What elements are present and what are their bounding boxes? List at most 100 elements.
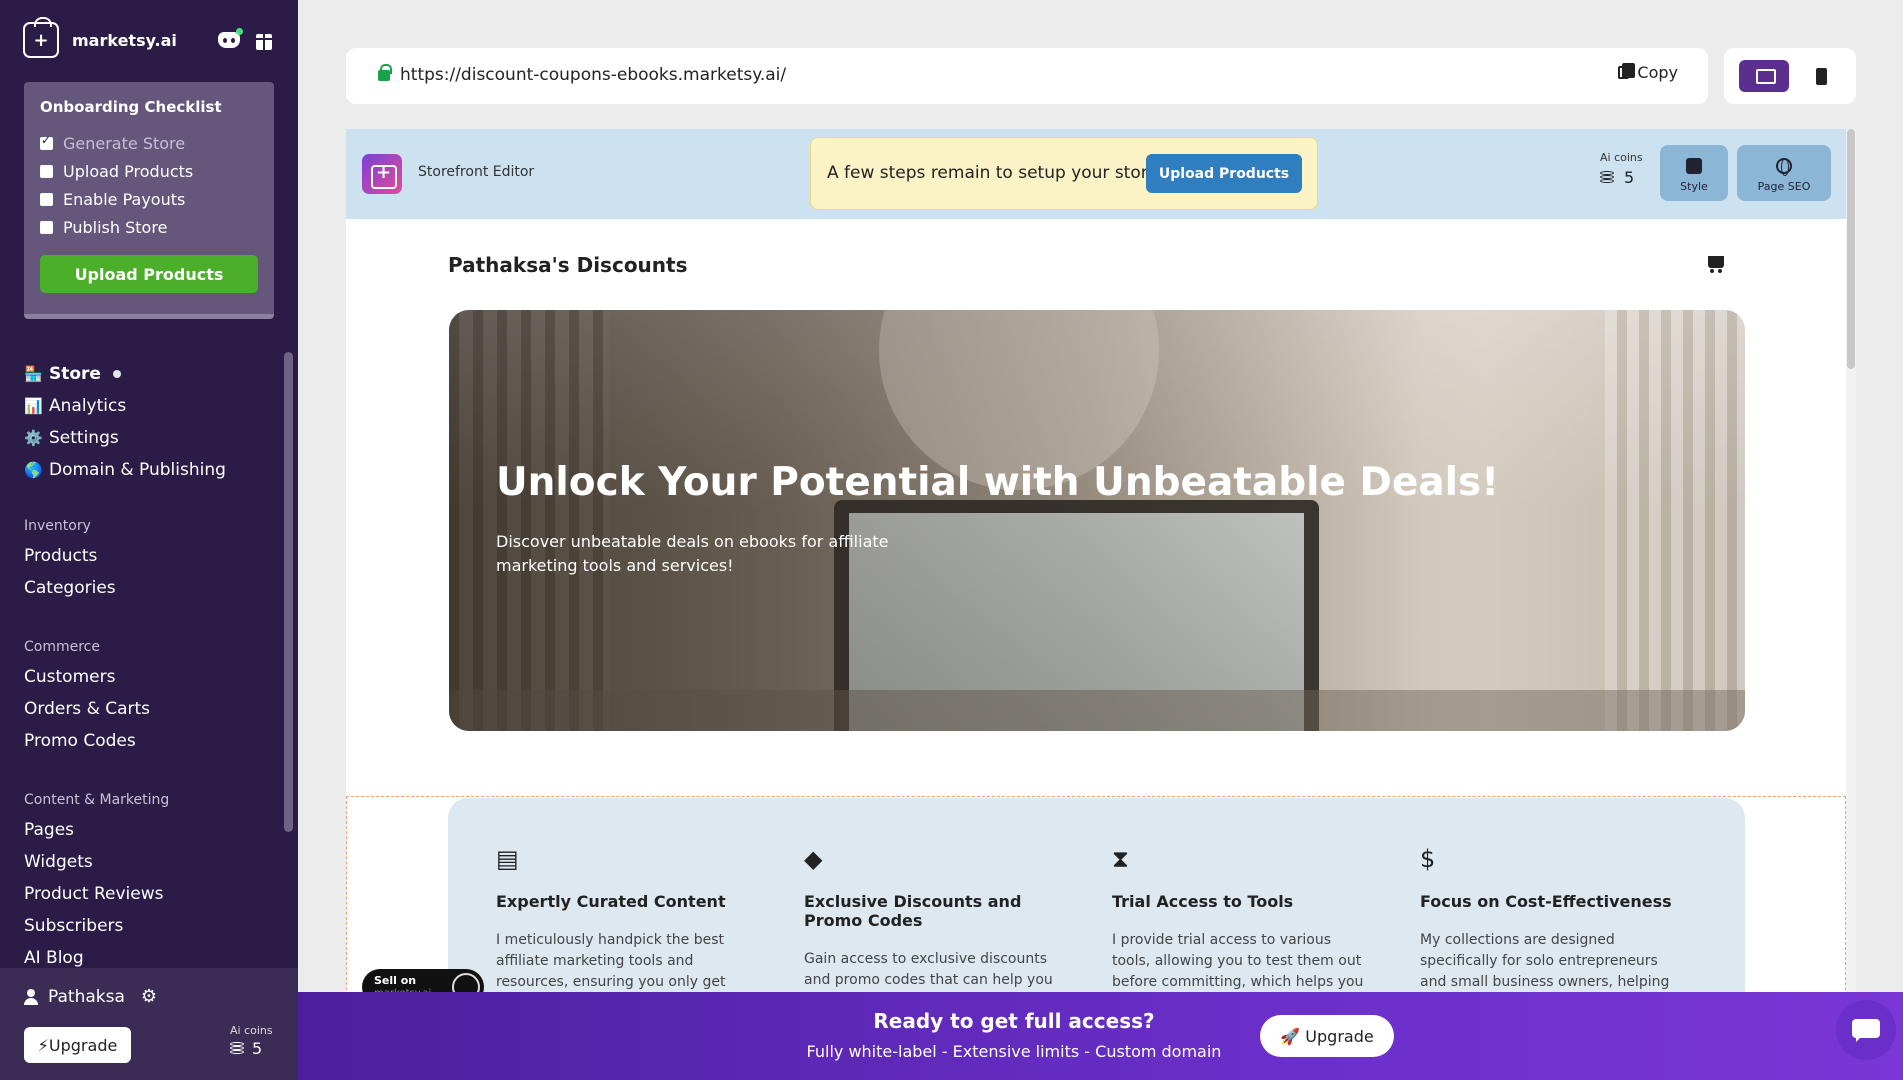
feature-card: ⧗ Trial Access to Tools I provide trial … <box>1112 846 1372 1014</box>
style-button[interactable]: Style <box>1660 145 1728 201</box>
setup-notice-text: A few steps remain to setup your store <box>827 163 1158 183</box>
user-profile[interactable]: Pathaksa ⚙ <box>24 986 157 1007</box>
nav-item-analytics[interactable]: 📊 Analytics <box>24 390 226 422</box>
nav-item-label: Settings <box>49 428 119 448</box>
app-root: + marketsy.ai Onboarding Checklist Gener… <box>0 0 1903 1080</box>
preview-scrollbar[interactable] <box>1846 129 1856 1080</box>
page-seo-label: Page SEO <box>1757 180 1811 193</box>
feature-title: Exclusive Discounts and Promo Codes <box>804 892 1022 930</box>
copy-url-button[interactable]: Copy <box>1618 63 1678 82</box>
nav-item-customers[interactable]: Customers <box>24 661 150 693</box>
brand-logo-icon: + <box>23 17 59 58</box>
checklist-item-label: Enable Payouts <box>63 189 186 209</box>
nav-section-commerce: Commerce Customers Orders & Carts Promo … <box>24 639 150 757</box>
checklist-upload-products-button[interactable]: Upload Products <box>40 255 258 293</box>
nav-item-orders-carts[interactable]: Orders & Carts <box>24 693 150 725</box>
nav-item-domain-publishing[interactable]: 🌎 Domain & Publishing <box>24 454 226 486</box>
checklist-title: Onboarding Checklist <box>40 98 222 116</box>
hero-banner[interactable]: Unlock Your Potential with Unbeatable De… <box>449 310 1745 731</box>
nav-item-settings[interactable]: ⚙️ Settings <box>24 422 226 454</box>
checkbox[interactable] <box>40 220 53 234</box>
hero-title: Unlock Your Potential with Unbeatable De… <box>496 460 1500 505</box>
nav-section-content-marketing: Content & Marketing Pages Widgets Produc… <box>24 792 169 974</box>
checkbox[interactable] <box>40 164 53 178</box>
mobile-view-icon[interactable] <box>1816 68 1827 85</box>
checklist-item-generate-store[interactable]: Generate Store <box>40 129 258 157</box>
checklist-item-upload-products[interactable]: Upload Products <box>40 157 258 185</box>
user-bar: Pathaksa ⚙ ⚡Upgrade Ai coins 5 <box>0 968 298 1080</box>
editor-ai-coins: Ai coins 5 <box>1600 151 1643 187</box>
ai-coins-label: Ai coins <box>1600 151 1643 164</box>
setup-notice: A few steps remain to setup your store U… <box>810 137 1318 210</box>
editor-logo-icon <box>362 154 402 194</box>
globe-icon: 🌎 <box>24 461 43 479</box>
section-title: Content & Marketing <box>24 792 170 808</box>
store-title[interactable]: Pathaksa's Discounts <box>448 253 688 277</box>
nav-item-promo-codes[interactable]: Promo Codes <box>24 725 150 757</box>
ai-coins-value: 5 <box>252 1039 263 1058</box>
main-nav: 🏪 Store 📊 Analytics ⚙️ Settings 🌎 Domain… <box>24 358 226 486</box>
user-settings-gear-icon[interactable]: ⚙ <box>141 986 157 1007</box>
globe-icon <box>1776 158 1792 176</box>
cart-icon[interactable] <box>1708 256 1724 273</box>
feature-title: Focus on Cost-Effectiveness <box>1420 892 1672 911</box>
page-seo-button[interactable]: Page SEO <box>1737 145 1831 201</box>
dollar-icon: $ <box>1420 845 1436 873</box>
nav-item-label: Domain & Publishing <box>49 460 226 480</box>
nav-item-product-reviews[interactable]: Product Reviews <box>24 878 169 910</box>
desktop-view-icon[interactable] <box>1739 60 1789 92</box>
section-title: Inventory <box>24 518 91 534</box>
nav-item-categories[interactable]: Categories <box>24 572 116 604</box>
storefront-editor-bar: Storefront Editor A few steps remain to … <box>346 129 1846 219</box>
url-bar: https://discount-coupons-ebooks.marketsy… <box>346 48 1708 104</box>
gift-icon <box>255 34 273 50</box>
hero-subtitle: Discover unbeatable deals on ebooks for … <box>496 532 889 575</box>
sidebar-scrollbar[interactable] <box>284 352 293 832</box>
nav-section-inventory: Inventory Products Categories <box>24 518 116 604</box>
gear-icon: ⚙️ <box>24 429 43 447</box>
sidebar-upgrade-button[interactable]: ⚡Upgrade <box>24 1027 131 1063</box>
checkbox[interactable] <box>40 133 53 150</box>
nav-item-pages[interactable]: Pages <box>24 814 169 846</box>
brand[interactable]: + marketsy.ai <box>23 17 177 58</box>
sidebar-ai-coins: Ai coins 5 <box>230 1024 273 1058</box>
banner-title: Ready to get full access? <box>873 1009 1155 1033</box>
nav-item-label: Analytics <box>49 396 127 416</box>
checklist-item-enable-payouts[interactable]: Enable Payouts <box>40 185 258 213</box>
device-toggle <box>1724 48 1856 104</box>
notification-dot <box>236 28 243 35</box>
nav-item-subscribers[interactable]: Subscribers <box>24 910 169 942</box>
notice-upload-products-button[interactable]: Upload Products <box>1146 154 1302 193</box>
checklist-item-label: Publish Store <box>63 217 168 237</box>
checklist-item-label: Generate Store <box>63 133 186 153</box>
nav-item-store[interactable]: 🏪 Store <box>24 358 226 390</box>
active-indicator <box>112 370 121 378</box>
ai-coins-value: 5 <box>1624 168 1635 187</box>
tags-icon: ◆ <box>804 845 823 873</box>
book-icon: ▤ <box>496 845 519 873</box>
checkbox[interactable] <box>40 192 53 206</box>
checklist-item-publish-store[interactable]: Publish Store <box>40 213 258 241</box>
feature-title: Trial Access to Tools <box>1112 892 1294 911</box>
chat-icon[interactable] <box>1836 1000 1896 1060</box>
editor-title: Storefront Editor <box>418 164 535 180</box>
preview-scroll-thumb[interactable] <box>1847 129 1855 369</box>
top-icons <box>218 28 275 50</box>
feature-card: ◆ Exclusive Discounts and Promo Codes Ga… <box>804 846 1064 1012</box>
nav-item-widgets[interactable]: Widgets <box>24 846 169 878</box>
store-url[interactable]: https://discount-coupons-ebooks.marketsy… <box>400 65 786 85</box>
upgrade-banner: Ready to get full access? Fully white-la… <box>298 992 1903 1080</box>
banner-subtitle: Fully white-label - Extensive limits - C… <box>806 1042 1222 1061</box>
brand-name: marketsy.ai <box>72 30 177 50</box>
gift-button[interactable] <box>253 28 275 50</box>
discord-button[interactable] <box>218 28 243 50</box>
store-icon: 🏪 <box>24 365 43 383</box>
banner-upgrade-button[interactable]: 🚀 Upgrade <box>1260 1015 1394 1057</box>
style-label: Style <box>1680 180 1708 193</box>
nav-item-products[interactable]: Products <box>24 540 116 572</box>
feature-title: Expertly Curated Content <box>496 892 726 911</box>
onboarding-checklist: Onboarding Checklist Generate Store Uplo… <box>24 82 274 319</box>
brush-icon <box>1686 158 1702 174</box>
feature-card: $ Focus on Cost-Effectiveness My collect… <box>1420 846 1680 1014</box>
sell-badge-line1: Sell on <box>374 974 417 987</box>
